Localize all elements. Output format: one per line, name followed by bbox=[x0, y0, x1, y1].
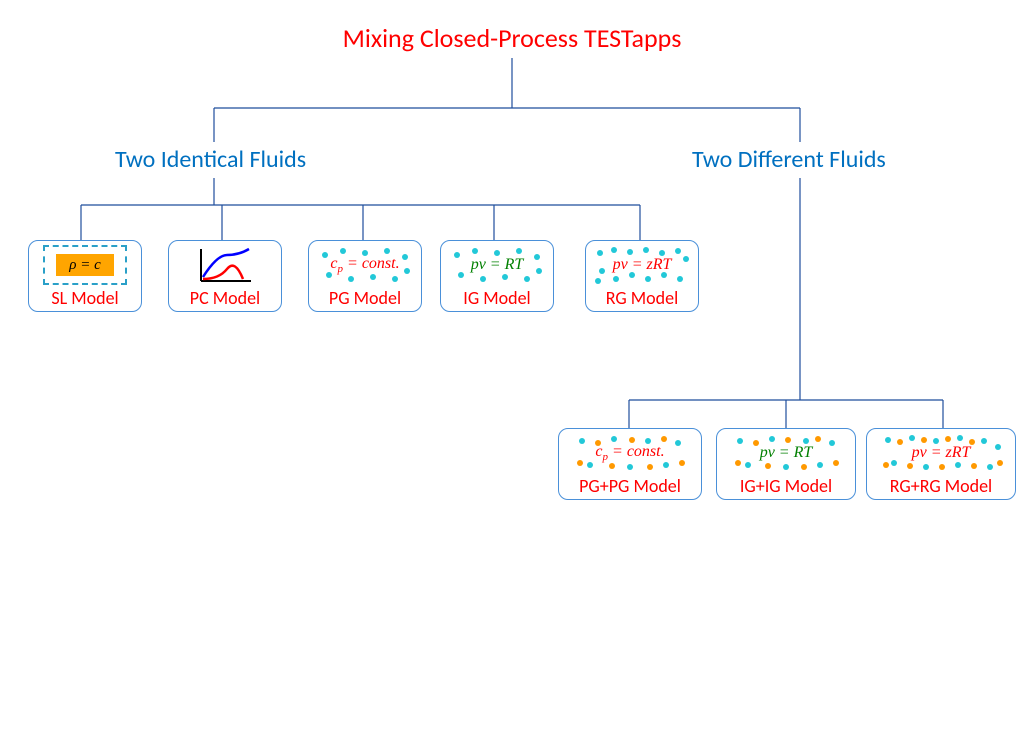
pg-model-icon: cp = const. bbox=[322, 245, 408, 285]
sl-model-icon: ρ = c bbox=[42, 245, 128, 285]
igig-model-icon: pv = RT bbox=[730, 433, 842, 473]
formula: pv = zRT bbox=[912, 444, 971, 462]
node-label: IG+IG Model bbox=[740, 475, 832, 497]
node-label: RG+RG Model bbox=[890, 475, 992, 497]
node-sl-model[interactable]: ρ = c SL Model bbox=[28, 240, 142, 312]
ig-model-icon: pv = RT bbox=[454, 245, 540, 285]
connector-lines bbox=[0, 0, 1024, 731]
rg-model-icon: pv = zRT bbox=[599, 245, 685, 285]
node-pg-model[interactable]: cp = const. PG Model bbox=[308, 240, 422, 312]
node-ig-model[interactable]: pv = RT IG Model bbox=[440, 240, 554, 312]
node-label: SL Model bbox=[51, 287, 118, 309]
branch-different-fluids[interactable]: Two Different Fluids bbox=[692, 145, 886, 174]
node-pgpg-model[interactable]: cp = const. PG+PG Model bbox=[558, 428, 702, 500]
formula: pv = RT bbox=[760, 444, 813, 462]
node-label: PG Model bbox=[329, 287, 401, 309]
node-rg-model[interactable]: pv = zRT RG Model bbox=[585, 240, 699, 312]
formula: cp = const. bbox=[330, 255, 399, 275]
formula: cp = const. bbox=[595, 443, 664, 463]
node-label: PG+PG Model bbox=[579, 475, 681, 497]
node-label: RG Model bbox=[606, 287, 678, 309]
formula: pv = zRT bbox=[613, 256, 672, 274]
node-label: IG Model bbox=[463, 287, 530, 309]
rgrg-model-icon: pv = zRT bbox=[880, 433, 1002, 473]
pc-model-icon bbox=[182, 245, 268, 285]
node-igig-model[interactable]: pv = RT IG+IG Model bbox=[716, 428, 856, 500]
pgpg-model-icon: cp = const. bbox=[572, 433, 688, 473]
branch-identical-fluids[interactable]: Two Identical Fluids bbox=[115, 145, 306, 174]
node-label: PC Model bbox=[190, 287, 260, 309]
diagram-title: Mixing Closed-Process TESTapps bbox=[0, 22, 1024, 54]
formula: pv = RT bbox=[471, 256, 524, 274]
node-pc-model[interactable]: PC Model bbox=[168, 240, 282, 312]
node-rgrg-model[interactable]: pv = zRT RG+RG Model bbox=[866, 428, 1016, 500]
